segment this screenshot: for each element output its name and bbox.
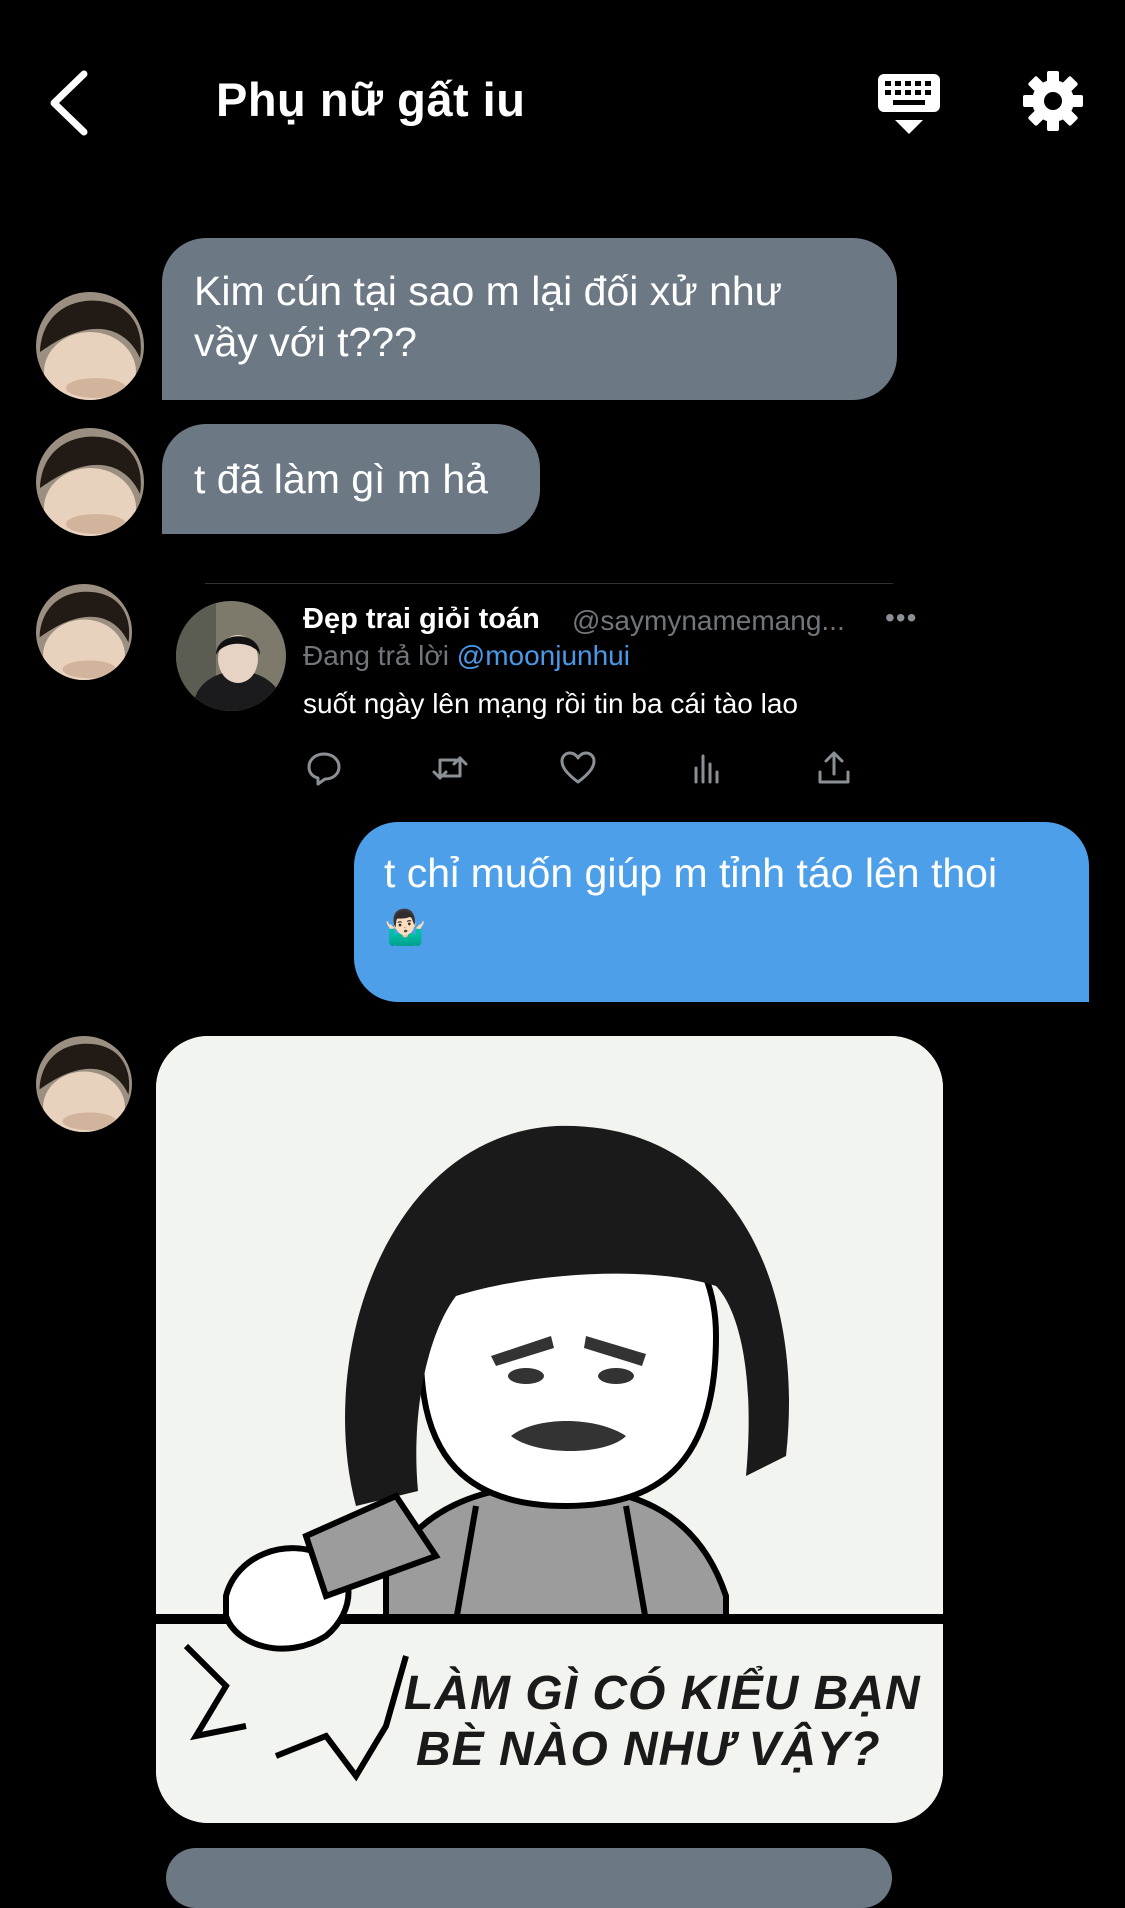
meme-image[interactable]: LÀM GÌ CÓ KIỂU BẠN BÈ NÀO NHƯ VẬY? [156,1036,943,1823]
chevron-left-icon[interactable] [44,68,96,138]
more-options-icon[interactable]: ••• [885,602,917,634]
tweet-author-avatar[interactable] [176,601,286,711]
keyboard-icon[interactable] [876,70,942,140]
like-icon[interactable] [558,748,598,788]
conversation-title[interactable]: Phụ nữ gất iu [216,72,525,127]
retweet-icon[interactable] [430,748,470,788]
tweet-text: suốt ngày lên mạng rồi tin ba cái tào la… [303,688,798,719]
gear-icon[interactable] [1022,70,1084,132]
message-bubble[interactable]: t đã làm gì m hả [162,424,540,534]
tweet-author-name[interactable]: Đẹp trai giỏi toán [303,603,540,636]
analytics-icon[interactable] [686,748,726,788]
message-line: t đã làm gì m hả [194,456,488,502]
message-line: Kim cún tại sao m lại đối xử như [194,268,783,314]
sender-avatar[interactable] [36,292,144,400]
message-line: vầy với t??? [194,319,417,365]
message-emoji: 🤷🏻‍♂️ [384,909,427,947]
message-bubble[interactable] [166,1848,892,1908]
reply-prefix: Đang trả lời [303,640,449,671]
message-bubble[interactable]: Kim cún tại sao m lại đối xử như vầy với… [162,238,897,400]
meme-caption: LÀM GÌ CÓ KIỂU BẠN BÈ NÀO NHƯ VẬY? [404,1666,934,1778]
meme-caption-line: BÈ NÀO NHƯ VẬY? [416,1723,881,1776]
tweet-divider [205,583,893,584]
conversation-header: Phụ nữ gất iu [0,0,1125,200]
message-bubble-outgoing[interactable]: t chỉ muốn giúp m tỉnh táo lên thoi 🤷🏻‍♂… [354,822,1089,1002]
sender-avatar[interactable] [36,1036,132,1132]
sender-avatar[interactable] [36,584,132,680]
reply-icon[interactable] [304,748,344,788]
share-icon[interactable] [814,748,854,788]
tweet-author-handle[interactable]: @saymynamemang... [572,605,845,637]
message-line: t chỉ muốn giúp m tỉnh táo lên thoi [384,850,998,896]
meme-caption-line: LÀM GÌ CÓ KIỂU BẠN [404,1667,921,1720]
tweet-reply-context: Đang trả lời @moonjunhui [303,640,630,672]
sender-avatar[interactable] [36,428,144,536]
reply-mention-link[interactable]: @moonjunhui [457,640,630,671]
